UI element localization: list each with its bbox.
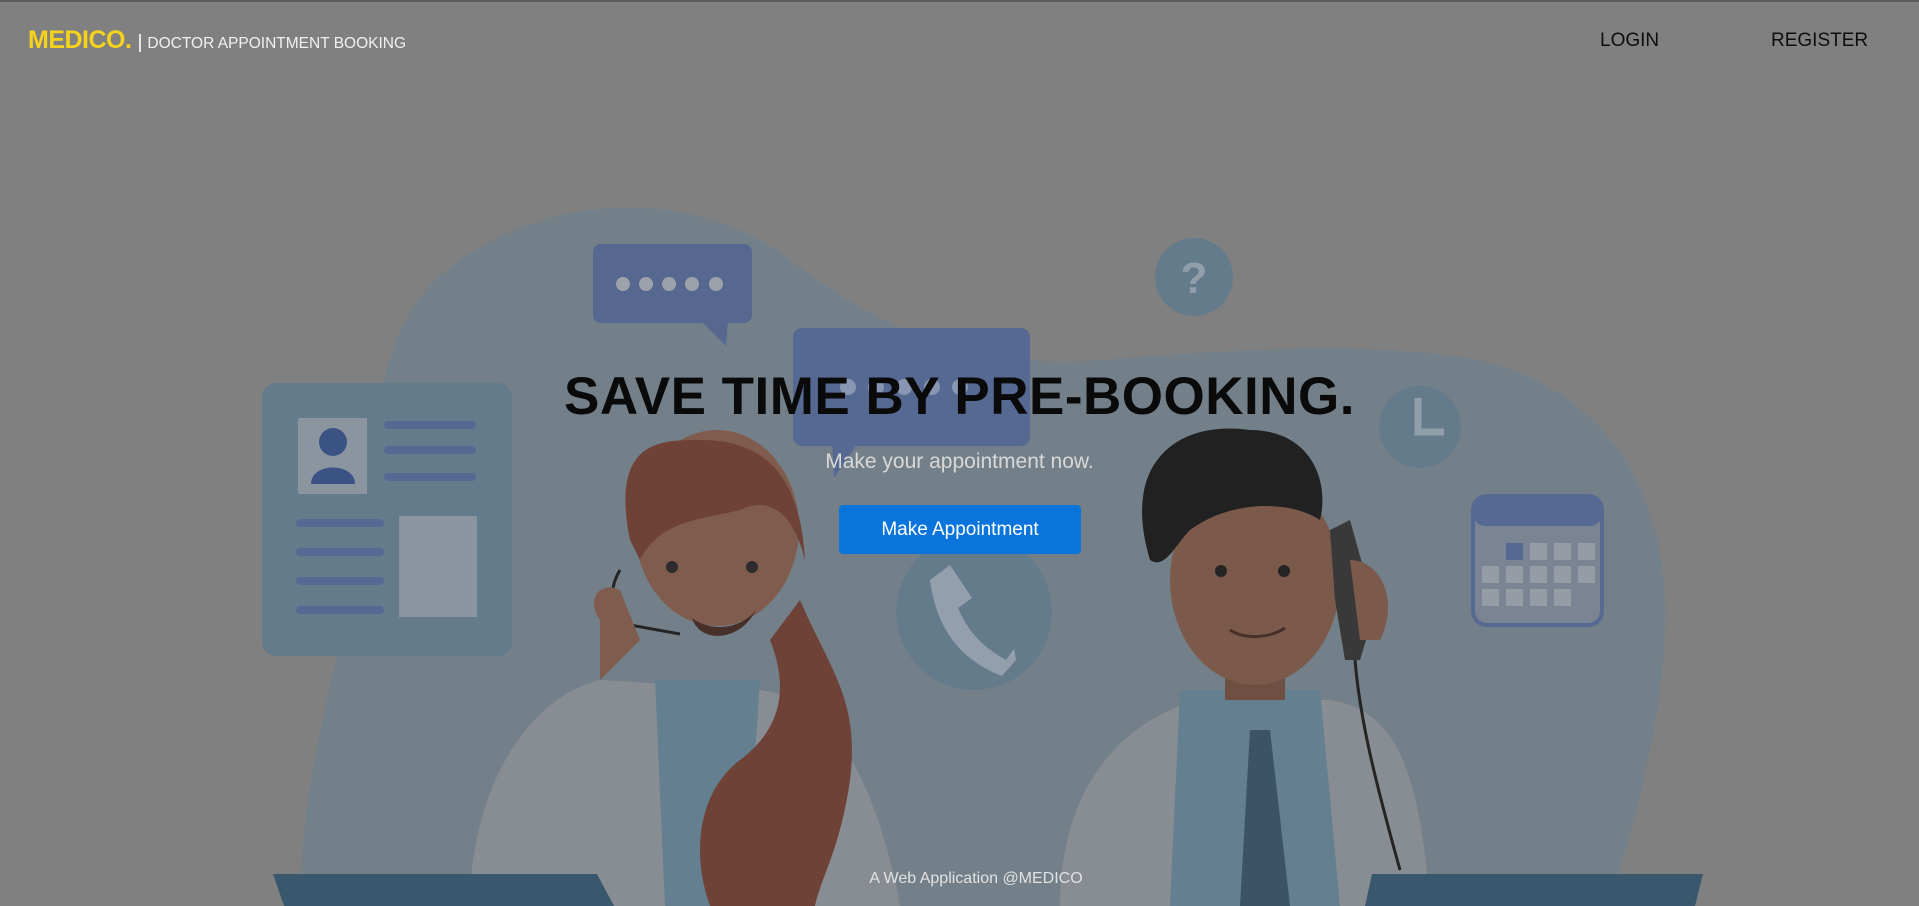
navbar: MEDICO. | DOCTOR APPOINTMENT BOOKING LOG… [0, 0, 1919, 84]
make-appointment-button[interactable]: Make Appointment [839, 505, 1081, 554]
brand[interactable]: MEDICO. | DOCTOR APPOINTMENT BOOKING [28, 26, 406, 55]
login-link[interactable]: LOGIN [1600, 30, 1659, 52]
hero-subtitle: Make your appointment now. [825, 450, 1094, 473]
brand-logo-text[interactable]: MEDICO. [28, 26, 132, 55]
register-link[interactable]: REGISTER [1771, 30, 1868, 52]
footer-text: A Web Application @MEDICO [869, 870, 1083, 887]
hero-title: SAVE TIME BY PRE-BOOKING. [564, 367, 1355, 426]
brand-separator: | [137, 32, 143, 53]
brand-tagline: DOCTOR APPOINTMENT BOOKING [147, 35, 407, 52]
